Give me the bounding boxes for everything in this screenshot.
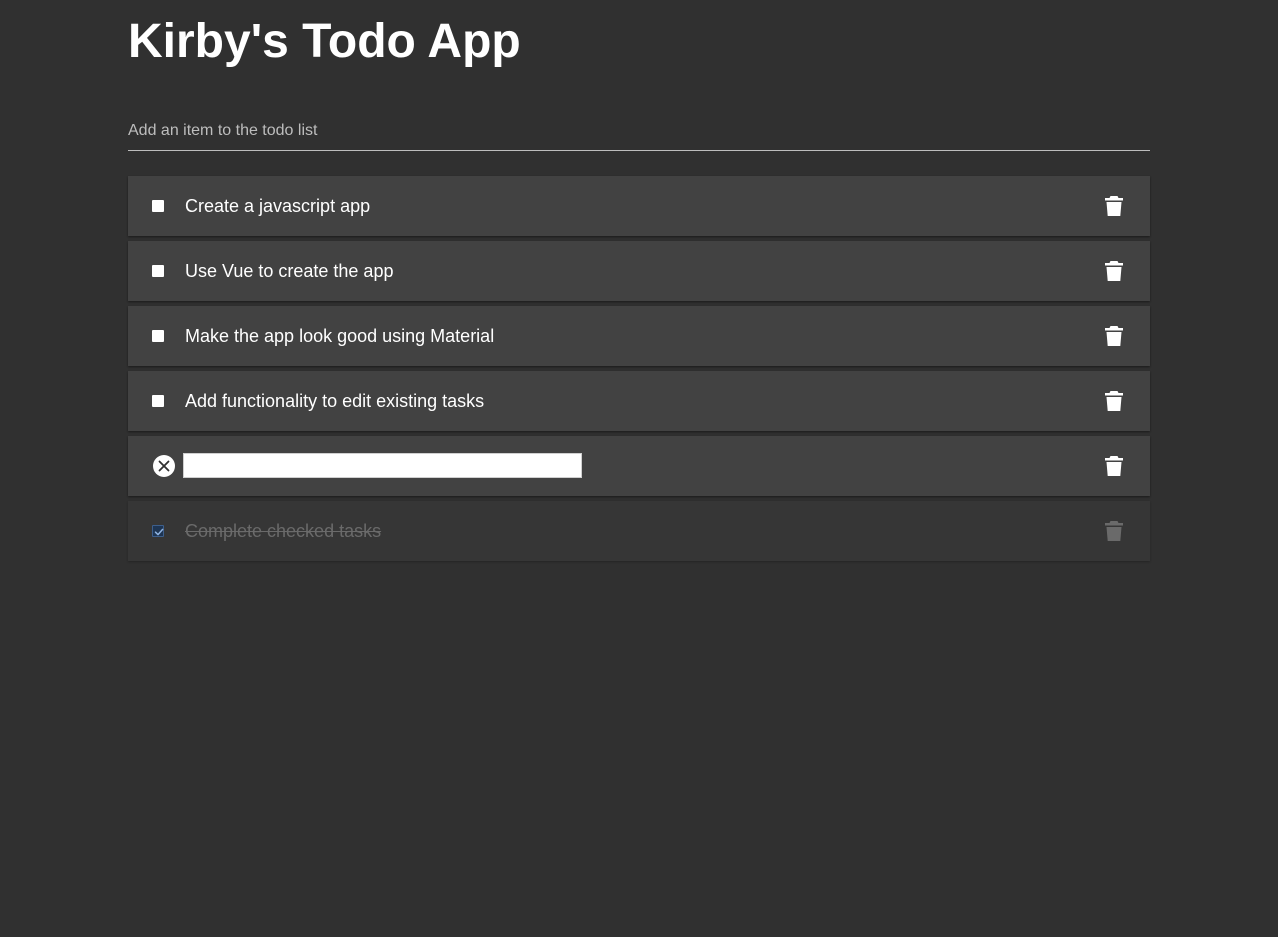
edit-todo-input[interactable] xyxy=(183,453,582,478)
todo-list: Create a javascript app Use Vue to creat… xyxy=(128,176,1150,566)
trash-icon[interactable] xyxy=(1105,326,1123,346)
todo-checkbox[interactable] xyxy=(152,200,164,212)
check-icon xyxy=(154,528,164,536)
todo-item-editing xyxy=(128,436,1150,496)
trash-icon[interactable] xyxy=(1105,391,1123,411)
todo-label[interactable]: Create a javascript app xyxy=(185,195,370,217)
todo-label[interactable]: Complete checked tasks xyxy=(185,520,381,542)
todo-checkbox[interactable] xyxy=(152,265,164,277)
todo-item-completed: Complete checked tasks xyxy=(128,501,1150,561)
add-item-input[interactable] xyxy=(128,118,1150,151)
trash-icon[interactable] xyxy=(1105,456,1123,476)
todo-label[interactable]: Use Vue to create the app xyxy=(185,260,393,282)
trash-icon[interactable] xyxy=(1105,196,1123,216)
close-circle-icon[interactable] xyxy=(153,455,175,477)
todo-item: Use Vue to create the app xyxy=(128,241,1150,301)
todo-item: Add functionality to edit existing tasks xyxy=(128,371,1150,431)
todo-checkbox-checked[interactable] xyxy=(152,525,164,537)
app-title: Kirby's Todo App xyxy=(128,15,521,68)
todo-checkbox[interactable] xyxy=(152,330,164,342)
trash-icon[interactable] xyxy=(1105,261,1123,281)
todo-item: Create a javascript app xyxy=(128,176,1150,236)
todo-label[interactable]: Make the app look good using Material xyxy=(185,325,494,347)
todo-item: Make the app look good using Material xyxy=(128,306,1150,366)
todo-checkbox[interactable] xyxy=(152,395,164,407)
trash-icon[interactable] xyxy=(1105,521,1123,541)
page: Kirby's Todo App Create a javascript app… xyxy=(0,0,1278,937)
todo-label[interactable]: Add functionality to edit existing tasks xyxy=(185,390,484,412)
